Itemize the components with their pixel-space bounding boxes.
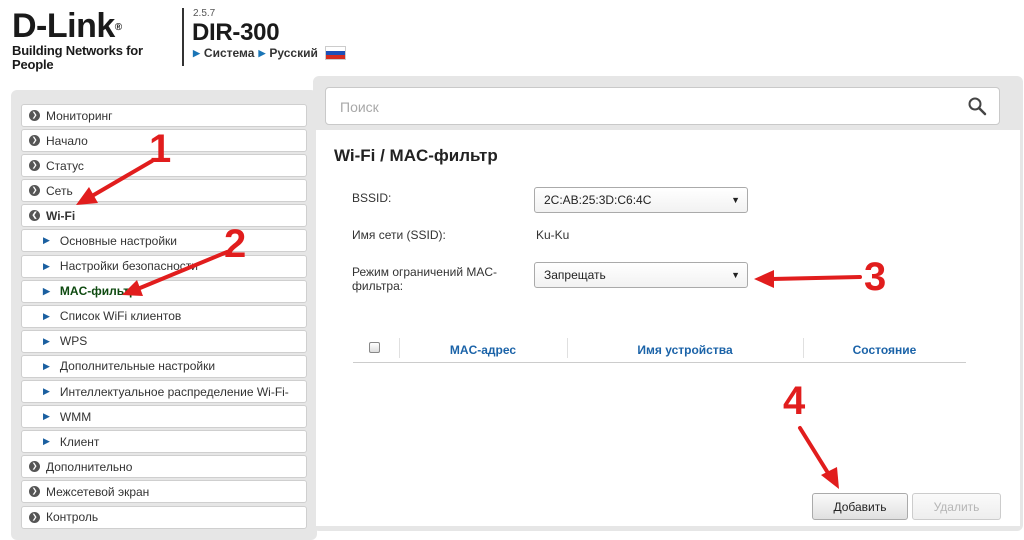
column-device-name[interactable]: Имя устройства <box>567 343 803 357</box>
chevron-right-icon: ❯ <box>29 486 40 498</box>
sidebar-item-label: Интеллектуальное распределение Wi-Fi- <box>59 384 289 399</box>
annotation-number-4: 4 <box>783 379 806 423</box>
column-status[interactable]: Состояние <box>803 343 966 357</box>
chevron-right-icon: ❯ <box>29 160 40 172</box>
mode-label-line2: фильтра: <box>352 279 404 293</box>
mode-select[interactable]: Запрещать ▼ <box>534 262 748 288</box>
annotation-number-3: 3 <box>864 255 887 299</box>
sidebar-item-label: Дополнительные настройки <box>59 359 216 374</box>
system-link[interactable]: Система <box>204 46 255 60</box>
header-links: ▶ Система ▶ Русский <box>193 46 346 60</box>
search-box <box>325 87 1000 125</box>
dropdown-arrow-icon: ▼ <box>731 195 740 205</box>
sidebar-item-label: Wi-Fi <box>46 208 76 223</box>
chevron-right-icon: ❯ <box>29 185 40 197</box>
sidebar-subitem-wmm[interactable]: ▶ WMM <box>21 405 307 429</box>
sidebar-item-label: Начало <box>46 133 88 148</box>
mode-select-value: Запрещать <box>544 268 606 282</box>
add-button[interactable]: Добавить <box>812 493 908 520</box>
mode-label-line1: Режим ограничений MAC- <box>352 265 498 279</box>
header-divider <box>182 8 184 66</box>
language-link[interactable]: Русский <box>269 46 318 60</box>
sidebar-item-label: Межсетевой экран <box>46 484 150 499</box>
select-all-checkbox[interactable] <box>369 342 380 353</box>
sidebar-item-network[interactable]: ❯ Сеть <box>21 179 307 203</box>
sidebar-item-label: WPS <box>59 334 88 349</box>
sidebar-item-label: Клиент <box>59 434 100 449</box>
bssid-select[interactable]: 2C:AB:25:3D:C6:4C ▼ <box>534 187 748 213</box>
russian-flag-icon[interactable] <box>324 46 346 60</box>
sidebar-item-label: Сеть <box>46 183 73 198</box>
bssid-select-value: 2C:AB:25:3D:C6:4C <box>544 193 652 207</box>
search-icon[interactable] <box>967 96 987 116</box>
ssid-label: Имя сети (SSID): <box>352 228 446 242</box>
chevron-right-icon: ❯ <box>29 135 40 147</box>
dropdown-arrow-icon: ▼ <box>731 270 740 280</box>
triangle-icon: ▶ <box>258 47 266 58</box>
sidebar-item-label: Контроль <box>46 510 99 524</box>
chevron-right-icon: ❯ <box>29 461 40 473</box>
triangle-icon: ▶ <box>43 260 50 271</box>
logo-reg-mark: ® <box>114 22 122 33</box>
sidebar-item-label: Мониторинг <box>46 108 113 123</box>
sidebar-item-advanced[interactable]: ❯ Дополнительно <box>21 455 307 479</box>
sidebar-subitem-client[interactable]: ▶ Клиент <box>21 430 307 454</box>
triangle-icon: ▶ <box>193 47 200 58</box>
sidebar-subitem-smart-distribution[interactable]: ▶ Интеллектуальное распределение Wi-Fi- <box>21 380 307 404</box>
triangle-icon: ▶ <box>43 285 50 296</box>
sidebar-subitem-wps[interactable]: ▶ WPS <box>21 329 307 353</box>
search-input[interactable] <box>338 96 942 118</box>
sidebar-subitem-wifi-clients[interactable]: ▶ Список WiFi клиентов <box>21 304 307 328</box>
logo-brand: D-Link <box>12 7 115 45</box>
triangle-icon: ▶ <box>43 310 50 321</box>
chevron-right-icon: ❯ <box>29 511 40 523</box>
sidebar-item-control[interactable]: ❯ Контроль <box>21 505 307 529</box>
delete-button[interactable]: Удалить <box>912 493 1001 520</box>
sidebar-item-monitoring[interactable]: ❯ Мониторинг <box>21 104 307 127</box>
annotation-number-1: 1 <box>149 127 172 171</box>
triangle-icon: ▶ <box>43 335 50 346</box>
ssid-value: Ku-Ku <box>536 228 570 242</box>
triangle-icon: ▶ <box>43 235 50 246</box>
sidebar-item-label: Статус <box>46 158 84 173</box>
sidebar-item-firewall[interactable]: ❯ Межсетевой экран <box>21 480 307 504</box>
mode-label: Режим ограничений MAC- фильтра: <box>352 265 497 293</box>
sidebar-subitem-mac-filter[interactable]: ▶ MAC-фильтр <box>21 279 307 303</box>
column-mac-address[interactable]: MAC-адрес <box>399 343 567 357</box>
sidebar-item-label: WMM <box>59 409 92 424</box>
triangle-icon: ▶ <box>43 386 50 397</box>
triangle-icon: ▶ <box>43 411 50 422</box>
dlink-logo: D-Link® Building Networks for People <box>12 8 174 72</box>
chevron-right-icon: ❯ <box>29 110 40 121</box>
page-title: Wi-Fi / MAC-фильтр <box>334 146 498 165</box>
chevron-down-icon: ❮ <box>29 210 40 222</box>
sidebar-item-label: Настройки безопасности <box>59 259 198 274</box>
sidebar-subitem-advanced-settings[interactable]: ▶ Дополнительные настройки <box>21 354 307 378</box>
sidebar-item-label: Список WiFi клиентов <box>59 309 182 324</box>
triangle-icon: ▶ <box>43 436 50 447</box>
sidebar-item-label: Дополнительно <box>46 459 133 474</box>
sidebar-subitem-basic-settings[interactable]: ▶ Основные настройки <box>21 229 307 253</box>
logo-tagline: Building Networks for People <box>12 43 143 72</box>
sidebar-subitem-security-settings[interactable]: ▶ Настройки безопасности <box>21 254 307 278</box>
model-name: DIR-300 <box>192 19 280 46</box>
triangle-icon: ▶ <box>43 360 50 371</box>
firmware-version: 2.5.7 <box>193 8 216 19</box>
sidebar-item-label: MAC-фильтр <box>59 284 137 299</box>
sidebar-item-label: Основные настройки <box>59 233 177 248</box>
bssid-label: BSSID: <box>352 191 392 205</box>
table-header: MAC-адрес Имя устройства Состояние <box>353 334 966 363</box>
annotation-number-2: 2 <box>224 222 247 266</box>
sidebar-item-wifi[interactable]: ❮ Wi-Fi <box>21 204 307 228</box>
